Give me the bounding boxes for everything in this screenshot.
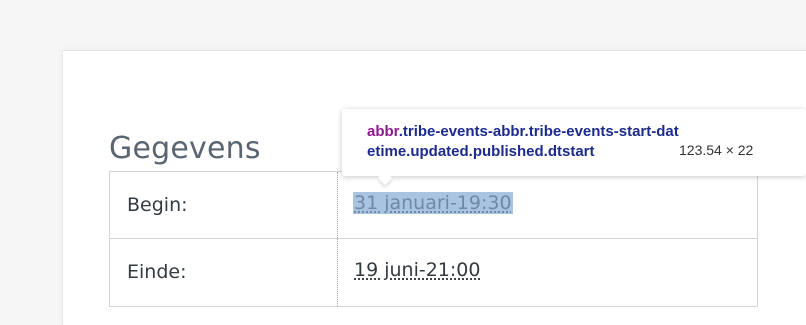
tooltip-selector: abbr.tribe-events-abbr.tribe-events-star… — [367, 122, 679, 162]
column-divider — [337, 172, 338, 306]
section-heading: Gegevens — [109, 131, 261, 166]
table-row-begin: Begin: 31 januari-19:30 — [110, 172, 757, 239]
begin-label: Begin: — [127, 194, 188, 216]
event-details-table: Begin: 31 januari-19:30 Einde: 19 juni-2… — [109, 171, 758, 307]
tooltip-tag-name: abbr — [367, 123, 399, 140]
tooltip-dimensions: 123.54 × 22 — [679, 142, 754, 158]
begin-datetime-value[interactable]: 31 januari-19:30 — [353, 192, 513, 214]
element-inspector-tooltip: abbr.tribe-events-abbr.tribe-events-star… — [342, 109, 806, 186]
tooltip-class-list: .tribe-events-abbr.tribe-events-start-da… — [367, 123, 679, 160]
table-row-end: Einde: 19 juni-21:00 — [110, 239, 757, 306]
end-label: Einde: — [127, 261, 187, 283]
end-datetime-value[interactable]: 19 juni-21:00 — [354, 259, 480, 281]
